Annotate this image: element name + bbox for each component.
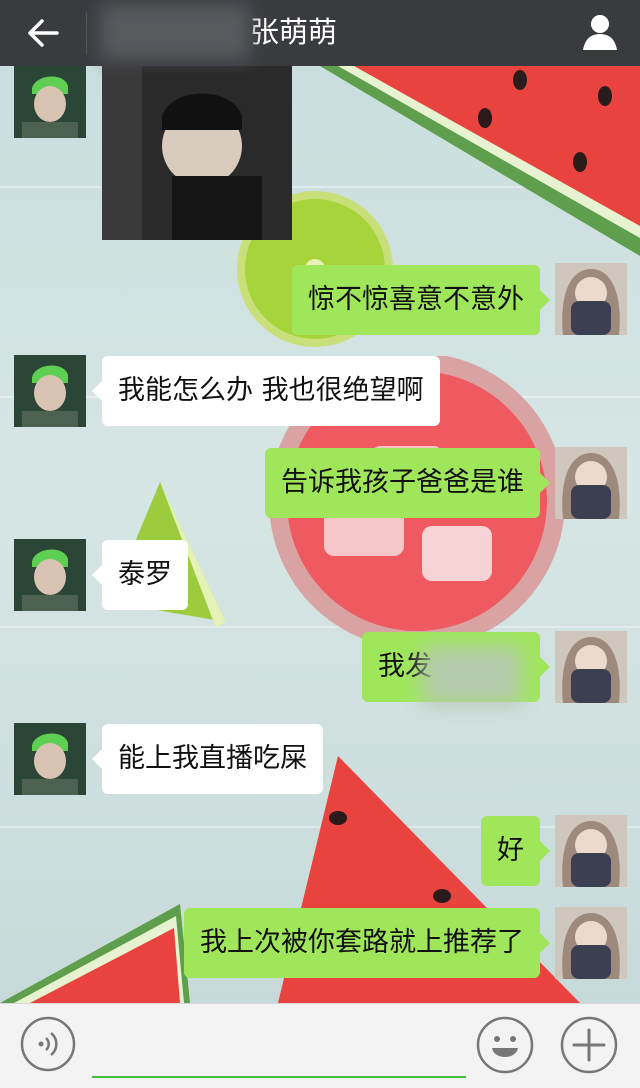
emoji-button[interactable] (476, 1016, 534, 1074)
my-avatar-image (555, 447, 627, 519)
message-bubble[interactable]: 好 (481, 816, 550, 886)
message-redaction (422, 646, 522, 706)
my-avatar[interactable] (555, 263, 627, 335)
contact-avatar[interactable] (14, 66, 86, 138)
profile-button[interactable] (578, 8, 622, 56)
back-button[interactable] (18, 8, 68, 58)
my-avatar-image (555, 631, 627, 703)
my-avatar[interactable] (555, 907, 627, 979)
chat-title: 张萌萌 (250, 15, 338, 49)
person-icon (583, 15, 617, 50)
header-divider (86, 12, 87, 54)
my-avatar-image (555, 263, 627, 335)
avatar-face-image (14, 355, 86, 427)
arrow-left-icon (28, 19, 59, 47)
message-bubble[interactable]: 惊不惊喜意不意外 (292, 265, 550, 335)
my-avatar-image (555, 815, 627, 887)
top-bar: 张萌萌 (0, 0, 640, 66)
chat-background (0, 66, 640, 1003)
message-bubble[interactable]: 能上我直播吃屎 (92, 724, 323, 794)
image-message[interactable] (102, 66, 292, 240)
my-avatar-image (555, 907, 627, 979)
message-bubble[interactable]: 我能怎么办 我也很绝望啊 (92, 356, 440, 426)
voice-button[interactable] (20, 1016, 76, 1072)
message-bubble[interactable]: 告诉我孩子爸爸是谁 (265, 448, 550, 518)
message-input[interactable] (92, 1018, 466, 1078)
avatar-face-image (14, 539, 86, 611)
contact-avatar[interactable] (14, 355, 86, 427)
contact-avatar[interactable] (14, 723, 86, 795)
smiley-icon (476, 1016, 534, 1074)
photo-content-image (102, 66, 292, 240)
my-avatar[interactable] (555, 815, 627, 887)
contact-avatar[interactable] (14, 539, 86, 611)
plus-icon (560, 1016, 618, 1074)
avatar-face-image (14, 66, 86, 138)
my-avatar[interactable] (555, 631, 627, 703)
message-bubble[interactable]: 泰罗 (92, 540, 188, 610)
watermelon-rind-image (0, 904, 190, 1003)
avatar-face-image (14, 723, 86, 795)
input-bar (0, 1003, 640, 1088)
title-redaction (100, 4, 250, 60)
more-button[interactable] (560, 1016, 618, 1074)
my-avatar[interactable] (555, 447, 627, 519)
message-bubble[interactable]: 我上次被你套路就上推荐了 (184, 908, 550, 978)
voice-icon (20, 1016, 76, 1072)
